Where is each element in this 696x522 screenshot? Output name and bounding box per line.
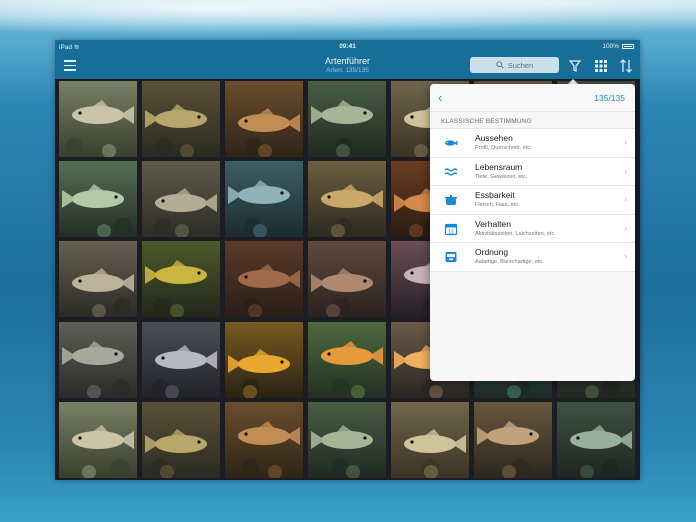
species-tile[interactable] (225, 322, 303, 398)
sort-arrows-icon[interactable] (617, 57, 635, 75)
water-background (0, 0, 696, 40)
chevron-right-icon: › (624, 194, 627, 204)
chevron-right-icon: › (624, 137, 627, 147)
species-tile[interactable] (225, 161, 303, 237)
species-tile[interactable] (142, 241, 220, 317)
filter-row-label: Lebensraum (475, 161, 523, 172)
pot-icon (445, 195, 457, 205)
species-tile[interactable] (308, 241, 386, 317)
species-tile[interactable] (225, 402, 303, 478)
grid-icon[interactable] (592, 57, 610, 75)
fish-photo (142, 402, 220, 478)
species-tile[interactable] (142, 402, 220, 478)
fish-photo (308, 241, 386, 317)
filter-row-sublabel: Aalartige, Barschartige, etc. (475, 259, 544, 265)
species-tile[interactable] (59, 241, 137, 317)
fish-photo (308, 322, 386, 398)
filter-row-label: Aussehen (475, 133, 513, 143)
species-tile[interactable] (308, 81, 386, 157)
clock: 09:41 (339, 43, 356, 50)
fish-photo (391, 402, 469, 478)
popover-header: ‹ 135/135 (430, 84, 635, 112)
fish-photo (142, 241, 220, 317)
fish-photo (225, 81, 303, 157)
filter-row-essbarkeit[interactable]: Essbarkeit Fleisch, Haut, etc. › (430, 186, 635, 215)
species-tile[interactable] (142, 161, 220, 237)
species-tile[interactable] (557, 402, 635, 478)
filter-row-verhalten[interactable]: 12 Verhalten Aktivitätszeiten, Laichzeit… (430, 215, 635, 243)
fish-photo (308, 161, 386, 237)
fish-photo (474, 402, 552, 478)
filter-row-sublabel: Profil, Querschnitt, etc. (475, 145, 532, 151)
fish-photo (225, 241, 303, 317)
waves-icon (444, 167, 458, 176)
fish-photo (308, 402, 386, 478)
back-chevron-icon[interactable]: ‹ (438, 90, 442, 105)
fish-photo (225, 322, 303, 398)
species-tile[interactable] (59, 81, 137, 157)
search-placeholder: Suchen (507, 60, 534, 70)
fish-photo (59, 322, 137, 398)
species-tile[interactable] (59, 161, 137, 237)
filter-row-sublabel: Aktivitätszeiten, Laichzeiten, etc. (475, 230, 556, 237)
fish-photo (142, 322, 220, 398)
battery-percent: 100% (602, 43, 619, 50)
species-tile[interactable] (142, 81, 220, 157)
section-header: KLASSISCHE BESTIMMUNG (441, 118, 532, 125)
fish-photo (59, 241, 137, 317)
funnel-icon[interactable] (566, 57, 584, 75)
magnifier-icon (496, 61, 504, 69)
chevron-right-icon: › (624, 165, 627, 176)
filter-row-sublabel: Fleisch, Haut, etc. (475, 202, 520, 208)
status-bar: iPad ≋ 09:41 100% (55, 40, 640, 53)
filter-row-label: Ordnung (475, 247, 509, 257)
fish-photo (59, 161, 137, 237)
fish-photo (225, 402, 303, 478)
chevron-right-icon: › (624, 251, 627, 261)
species-tile[interactable] (308, 402, 386, 478)
filter-row-aussehen[interactable]: Aussehen Profil, Querschnitt, etc. › (430, 129, 635, 158)
species-tile[interactable] (59, 322, 137, 398)
filter-row-label: Essbarkeit (475, 190, 515, 200)
battery-status: 100% (602, 43, 634, 50)
filter-popover: ‹ 135/135 KLASSISCHE BESTIMMUNG Aussehen… (430, 84, 635, 381)
calendar-icon: 12 (444, 223, 458, 235)
fish-photo (142, 81, 220, 157)
fish-photo (308, 81, 386, 157)
filter-category-list: Aussehen Profil, Querschnitt, etc. › Leb… (430, 128, 635, 272)
filter-row-sublabel: Tiefe, Gewässer, etc. (475, 173, 528, 180)
species-tile[interactable] (308, 322, 386, 398)
chevron-right-icon: › (624, 222, 627, 233)
tray-icon (445, 252, 457, 262)
species-tile[interactable] (308, 161, 386, 237)
fish-photo (59, 402, 137, 478)
fish-photo (59, 81, 137, 157)
navigation-bar: Artenführer Arten: 135/135 Suchen (55, 53, 640, 79)
species-tile[interactable] (59, 402, 137, 478)
result-count: 135/135 (594, 93, 625, 103)
filter-row-ordnung[interactable]: Ordnung Aalartige, Barschartige, etc. › (430, 243, 635, 272)
fish-icon (445, 140, 458, 146)
species-tile[interactable] (225, 241, 303, 317)
species-tile[interactable] (225, 81, 303, 157)
filter-row-label: Verhalten (475, 218, 511, 229)
species-tile[interactable] (142, 322, 220, 398)
fish-photo (225, 161, 303, 237)
species-tile[interactable] (474, 402, 552, 478)
fish-photo (142, 161, 220, 237)
filter-row-lebensraum[interactable]: Lebensraum Tiefe, Gewässer, etc. › (430, 158, 635, 186)
fish-photo (557, 402, 635, 478)
svg-text:12: 12 (448, 229, 454, 235)
search-field[interactable]: Suchen (470, 57, 559, 73)
battery-icon (622, 44, 634, 49)
species-tile[interactable] (391, 402, 469, 478)
